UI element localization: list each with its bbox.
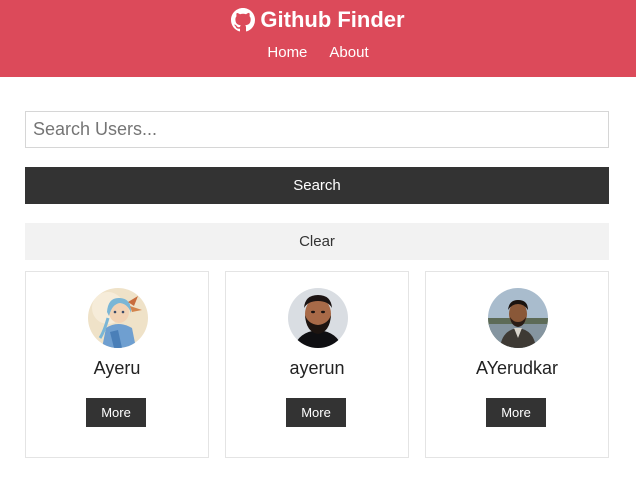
more-button[interactable]: More [486,398,546,427]
user-card: Ayeru More [25,271,209,458]
search-input[interactable] [25,111,609,148]
nav-link-about[interactable]: About [329,44,368,61]
brand[interactable]: Github Finder [0,7,636,33]
app-title: Github Finder [260,7,405,32]
avatar [288,288,348,348]
user-login: ayerun [289,358,345,378]
navbar: Github Finder Home About [0,0,636,77]
user-login: AYerudkar [475,358,559,378]
more-button[interactable]: More [86,398,146,427]
nav-link-home[interactable]: Home [267,44,307,61]
clear-button[interactable]: Clear [25,223,609,260]
user-login: Ayeru [93,358,141,378]
avatar [88,288,148,348]
avatar [488,288,548,348]
nav-links: Home About [0,44,636,61]
search-button[interactable]: Search [25,167,609,204]
github-icon [231,8,256,32]
more-button[interactable]: More [286,398,346,427]
user-card: ayerun More [225,271,409,458]
user-card: AYerudkar More [425,271,609,458]
